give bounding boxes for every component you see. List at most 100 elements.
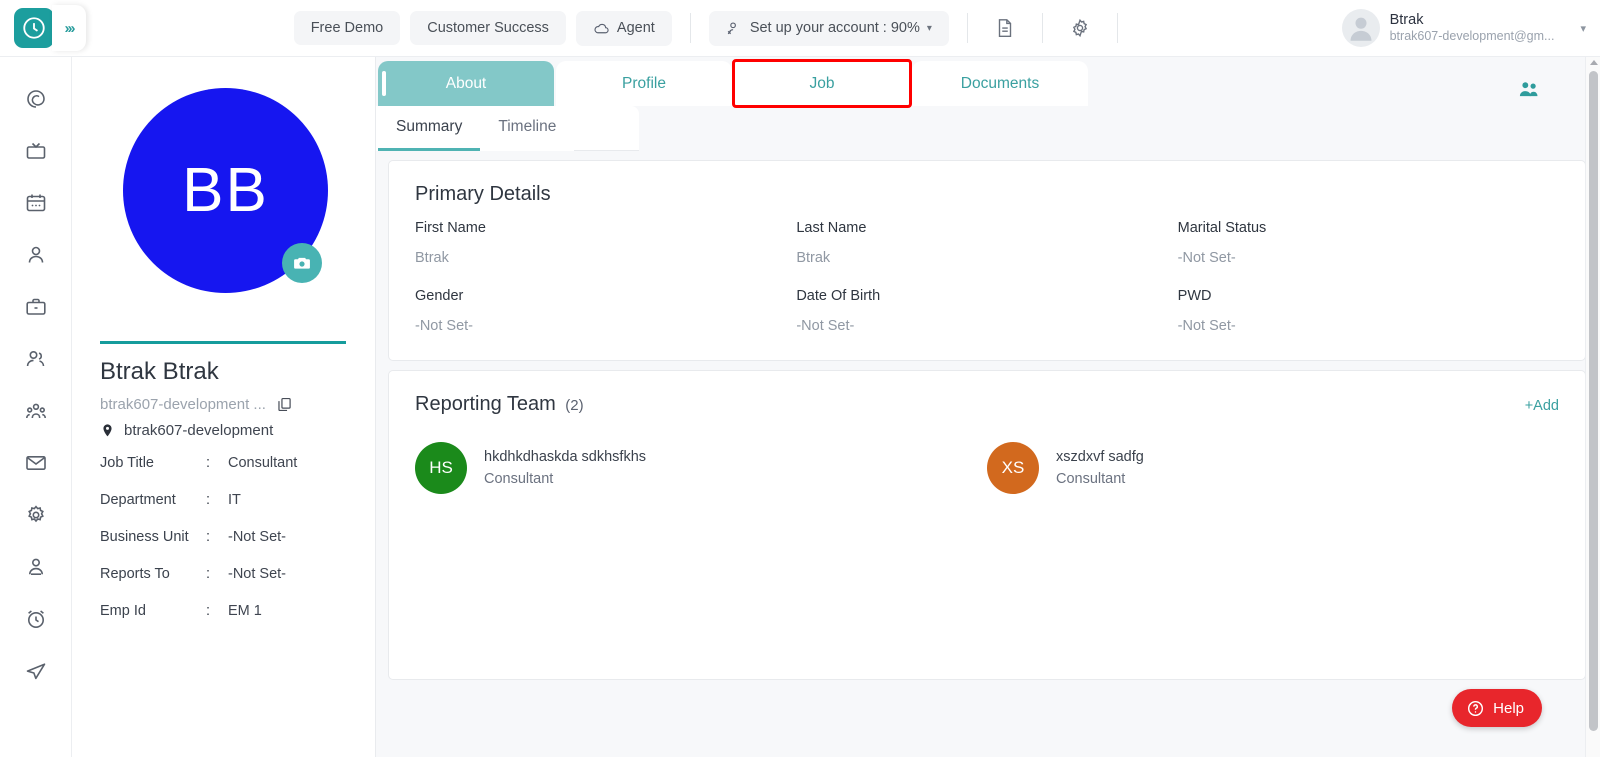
nav-item-send[interactable] [16, 657, 56, 685]
nav-item-jobs[interactable] [16, 293, 56, 321]
field-separator: : [206, 566, 211, 582]
free-demo-button[interactable]: Free Demo [293, 11, 401, 45]
user-circle-icon [28, 558, 43, 575]
change-photo-button[interactable] [282, 243, 322, 283]
nav-item-calendar[interactable] [16, 189, 56, 217]
divider [1116, 13, 1118, 43]
member-name: xszdxvf sadfg [1056, 449, 1144, 465]
setup-account-label: Set up your account : 90% [749, 20, 920, 36]
setup-account-button[interactable]: Set up your account : 90% ▾ [708, 10, 949, 46]
member-role: Consultant [484, 471, 554, 487]
divider [100, 341, 346, 344]
user-check-icon [727, 21, 736, 34]
app-root: ››› Free Demo Customer Success Agent Set… [0, 0, 1600, 757]
org-group-icon [25, 403, 46, 419]
nav-item-broadcast[interactable] [16, 137, 56, 165]
member-name: hkdhkdhaskda sdkhsfkhs [484, 449, 647, 465]
nav-item-employee[interactable] [16, 241, 56, 269]
tab-summary[interactable]: Summary [378, 106, 481, 151]
agent-label: Agent [616, 20, 655, 36]
nav-item-dashboard[interactable] [16, 85, 56, 113]
field-label: First Name [415, 220, 486, 236]
reporting-team-title: Reporting Team [415, 393, 556, 415]
field-label: Business Unit [100, 529, 189, 545]
top-bar-right: Btrak btrak607-development@gm... ▾ [1334, 9, 1600, 47]
nav-item-attendance[interactable] [16, 605, 56, 633]
profile-field-reports-to: Reports To : -Not Set- [100, 566, 351, 582]
customer-success-button[interactable]: Customer Success [410, 11, 566, 45]
field-value: Btrak [415, 250, 449, 266]
field-label: Reports To [100, 566, 170, 582]
help-label: Help [1493, 699, 1524, 717]
tab-profile[interactable]: Profile [556, 61, 732, 106]
reporting-team-header: Reporting Team (2) +Add [415, 393, 1559, 416]
calendar-icon [26, 194, 45, 212]
field-first-name: First Name Btrak [415, 220, 796, 266]
profile-field-department: Department : IT [100, 492, 351, 508]
vertical-scrollbar[interactable] [1585, 57, 1600, 757]
field-label: Department [100, 492, 176, 508]
field-value: -Not Set- [228, 566, 287, 582]
field-separator: : [206, 492, 211, 508]
team-member[interactable]: HS hkdhkdhaskda sdkhsfkhs Consultant [415, 442, 987, 494]
tab-about[interactable]: About [378, 61, 554, 106]
main-content: About Profile Job Documents Summary Time… [376, 57, 1600, 757]
app-logo[interactable] [14, 8, 54, 48]
divider [689, 13, 691, 43]
sidebar-expand-button[interactable]: ››› [52, 5, 86, 51]
field-date-of-birth: Date Of Birth -Not Set- [796, 288, 1177, 334]
agent-button[interactable]: Agent [575, 10, 672, 46]
question-circle-icon [1468, 700, 1484, 716]
spacer [574, 106, 639, 151]
copy-email-button[interactable] [276, 396, 293, 413]
primary-tabs: About Profile Job Documents [376, 57, 1600, 108]
field-label: Date Of Birth [796, 288, 881, 304]
field-value: -Not Set- [796, 318, 855, 334]
paper-plane-icon [26, 663, 45, 680]
field-label: Marital Status [1177, 220, 1267, 236]
dashboard-spiral-icon [26, 90, 45, 108]
field-value: -Not Set- [1177, 318, 1236, 334]
field-label: Last Name [796, 220, 867, 236]
nav-item-settings[interactable] [16, 501, 56, 529]
team-member[interactable]: XS xszdxvf sadfg Consultant [987, 442, 1559, 494]
user-avatar-icon [1350, 17, 1372, 41]
chevron-down-icon: ▾ [926, 22, 932, 34]
user-menu[interactable]: Btrak btrak607-development@gm... ▾ [1334, 9, 1586, 47]
scroll-up-arrow-icon[interactable] [1590, 60, 1598, 65]
primary-details-card: Primary Details First Name Btrak Last Na… [388, 160, 1586, 361]
location-pin-icon [103, 424, 112, 437]
profile-email: btrak607-development ... [100, 396, 266, 413]
field-value: -Not Set- [1177, 250, 1236, 266]
field-label: Gender [415, 288, 464, 304]
divider [966, 13, 968, 43]
reporting-people-button[interactable] [1516, 77, 1542, 108]
field-value: EM 1 [228, 603, 262, 619]
settings-button[interactable] [1061, 9, 1099, 47]
member-info: xszdxvf sadfg Consultant [1056, 449, 1144, 487]
nav-item-mail[interactable] [16, 449, 56, 477]
profile-location: btrak607-development [124, 422, 274, 439]
gear-icon [27, 505, 44, 523]
tab-job[interactable]: Job [732, 59, 912, 108]
profile-location-row: btrak607-development [100, 422, 351, 439]
member-role: Consultant [1056, 471, 1126, 487]
chevron-down-icon: ▾ [1580, 22, 1586, 35]
nav-item-teams[interactable] [16, 345, 56, 373]
tab-timeline[interactable]: Timeline [480, 106, 574, 151]
nav-item-organization[interactable] [16, 397, 56, 425]
profile-field-job-title: Job Title : Consultant [100, 455, 351, 471]
field-value: -Not Set- [228, 529, 287, 545]
field-label: Emp Id [100, 603, 146, 619]
scrollbar-thumb[interactable] [1589, 71, 1598, 731]
copy-icon [278, 397, 291, 412]
help-button[interactable]: Help [1452, 689, 1542, 727]
user-email: btrak607-development@gm... [1389, 29, 1555, 44]
add-team-member-button[interactable]: +Add [1525, 398, 1559, 414]
secondary-tabs-wrap: Summary Timeline [376, 106, 639, 151]
documents-button[interactable] [986, 9, 1024, 47]
tab-documents[interactable]: Documents [912, 61, 1088, 106]
mail-icon [25, 456, 46, 470]
gear-icon [1072, 18, 1088, 38]
nav-item-profile[interactable] [16, 553, 56, 581]
